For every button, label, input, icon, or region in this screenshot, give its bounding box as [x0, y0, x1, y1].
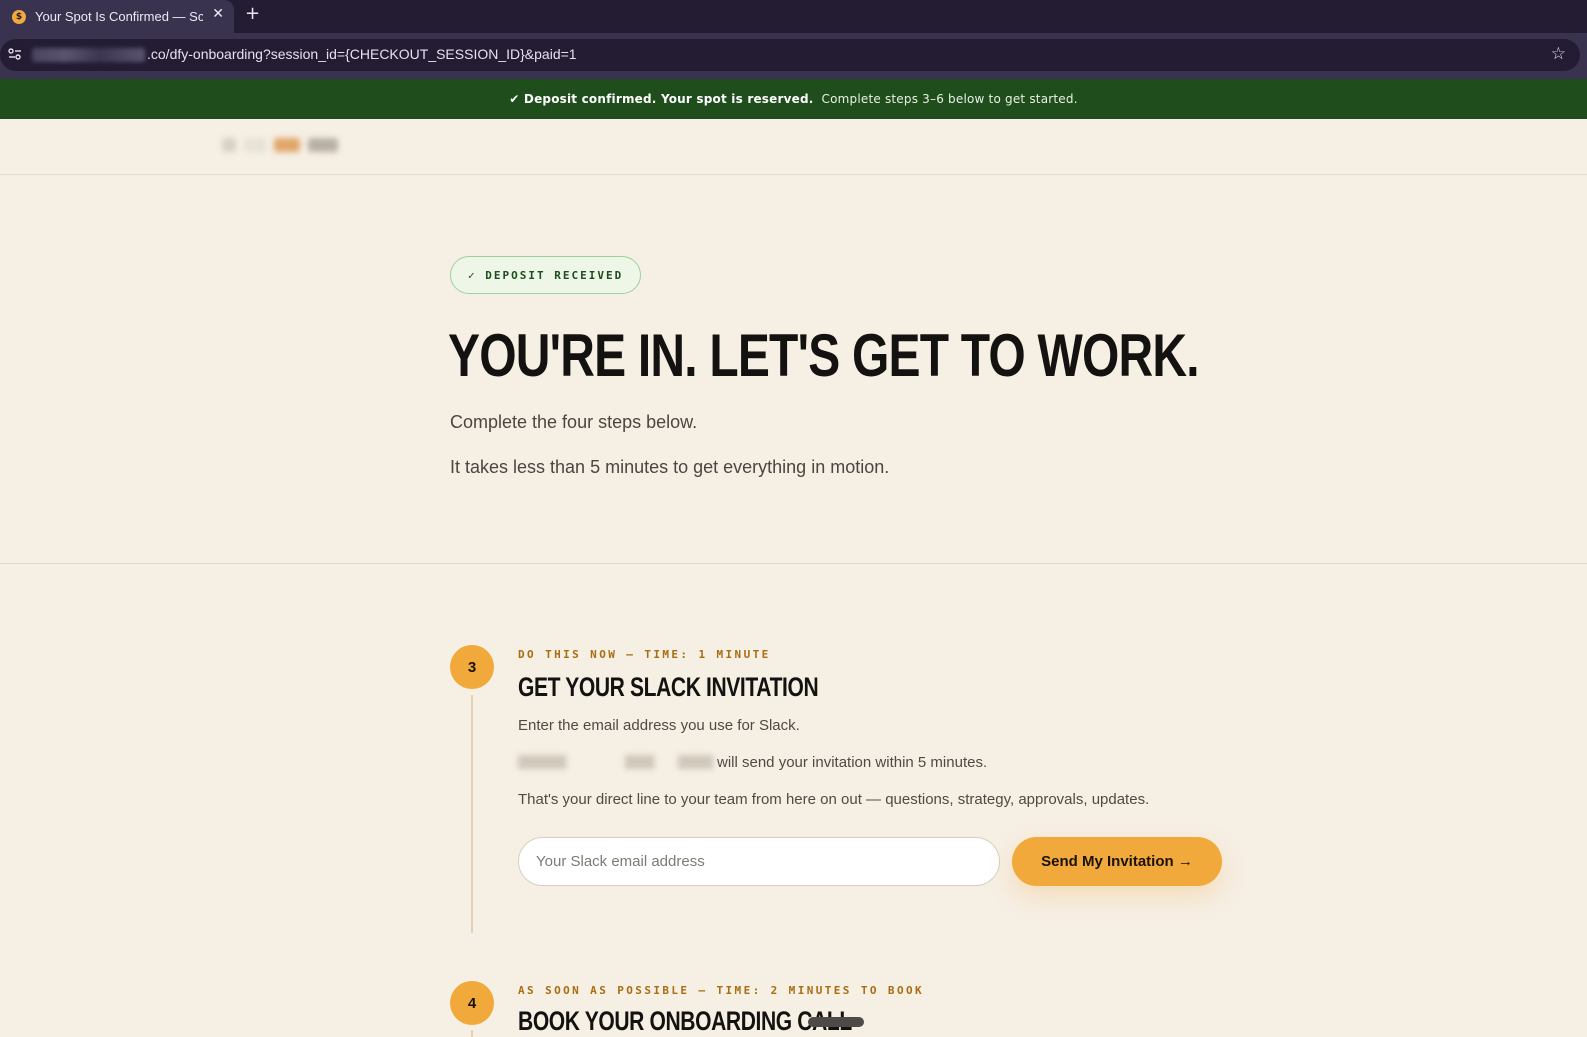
url-text: .co/dfy-onboarding?session_id={CHECKOUT_…: [147, 46, 577, 62]
step-4-number: 4: [450, 981, 494, 1025]
new-tab-button[interactable]: +: [245, 3, 260, 24]
hero-subtitle-2: It takes less than 5 minutes to get ever…: [450, 457, 890, 477]
sender-name-redacted: [518, 755, 713, 769]
step-4-eyebrow: AS SOON AS POSSIBLE — TIME: 2 MINUTES TO…: [518, 984, 925, 997]
close-icon[interactable]: ✕: [212, 6, 224, 22]
url-domain-redacted: [32, 48, 145, 62]
step-3-line-3: That's your direct line to your team fro…: [518, 791, 1150, 808]
banner-strong-text: ✔ Deposit confirmed. Your spot is reserv…: [509, 92, 814, 106]
browser-toolbar: .co/dfy-onboarding?session_id={CHECKOUT_…: [0, 33, 1587, 79]
step-4-title: BOOK YOUR ONBOARDING CALL: [518, 1006, 852, 1036]
step-3-connector: [471, 695, 473, 933]
favicon-icon: $: [12, 9, 26, 24]
site-settings-icon[interactable]: [7, 46, 23, 62]
step-3-line-2: will send your invitation within 5 minut…: [518, 754, 987, 771]
step-3-line-1: Enter the email address you use for Slac…: [518, 717, 800, 734]
send-invitation-button[interactable]: Send My Invitation →: [1012, 837, 1222, 886]
section-divider: [0, 563, 1587, 564]
site-header: [0, 119, 1587, 175]
step-3-eyebrow: DO THIS NOW — TIME: 1 MINUTE: [518, 648, 771, 661]
deposit-received-badge: ✓ DEPOSIT RECEIVED: [450, 256, 642, 294]
logo-redacted[interactable]: [222, 135, 346, 157]
hero-subtitle-1: Complete the four steps below.: [450, 412, 698, 432]
confirmation-banner: ✔ Deposit confirmed. Your spot is reserv…: [0, 79, 1587, 119]
bookmark-star-icon[interactable]: ☆: [1551, 44, 1566, 64]
banner-text: Complete steps 3–6 below to get started.: [821, 92, 1078, 106]
browser-tab-bar: $ Your Spot Is Confirmed — Sch ✕ +: [0, 0, 1587, 33]
step-4-connector: [471, 1030, 473, 1037]
address-bar[interactable]: .co/dfy-onboarding?session_id={CHECKOUT_…: [0, 39, 1580, 71]
step-3-number: 3: [450, 645, 494, 689]
scroll-indicator[interactable]: [808, 1017, 864, 1027]
tab-title: Your Spot Is Confirmed — Sch: [35, 9, 203, 24]
slack-email-input[interactable]: [518, 837, 1000, 886]
step-3-title: GET YOUR SLACK INVITATION: [518, 672, 819, 702]
page-title: YOU'RE IN. LET'S GET TO WORK.: [448, 322, 1200, 389]
step-3-line-2-text: will send your invitation within 5 minut…: [717, 754, 988, 771]
browser-tab[interactable]: $ Your Spot Is Confirmed — Sch ✕: [0, 0, 234, 33]
